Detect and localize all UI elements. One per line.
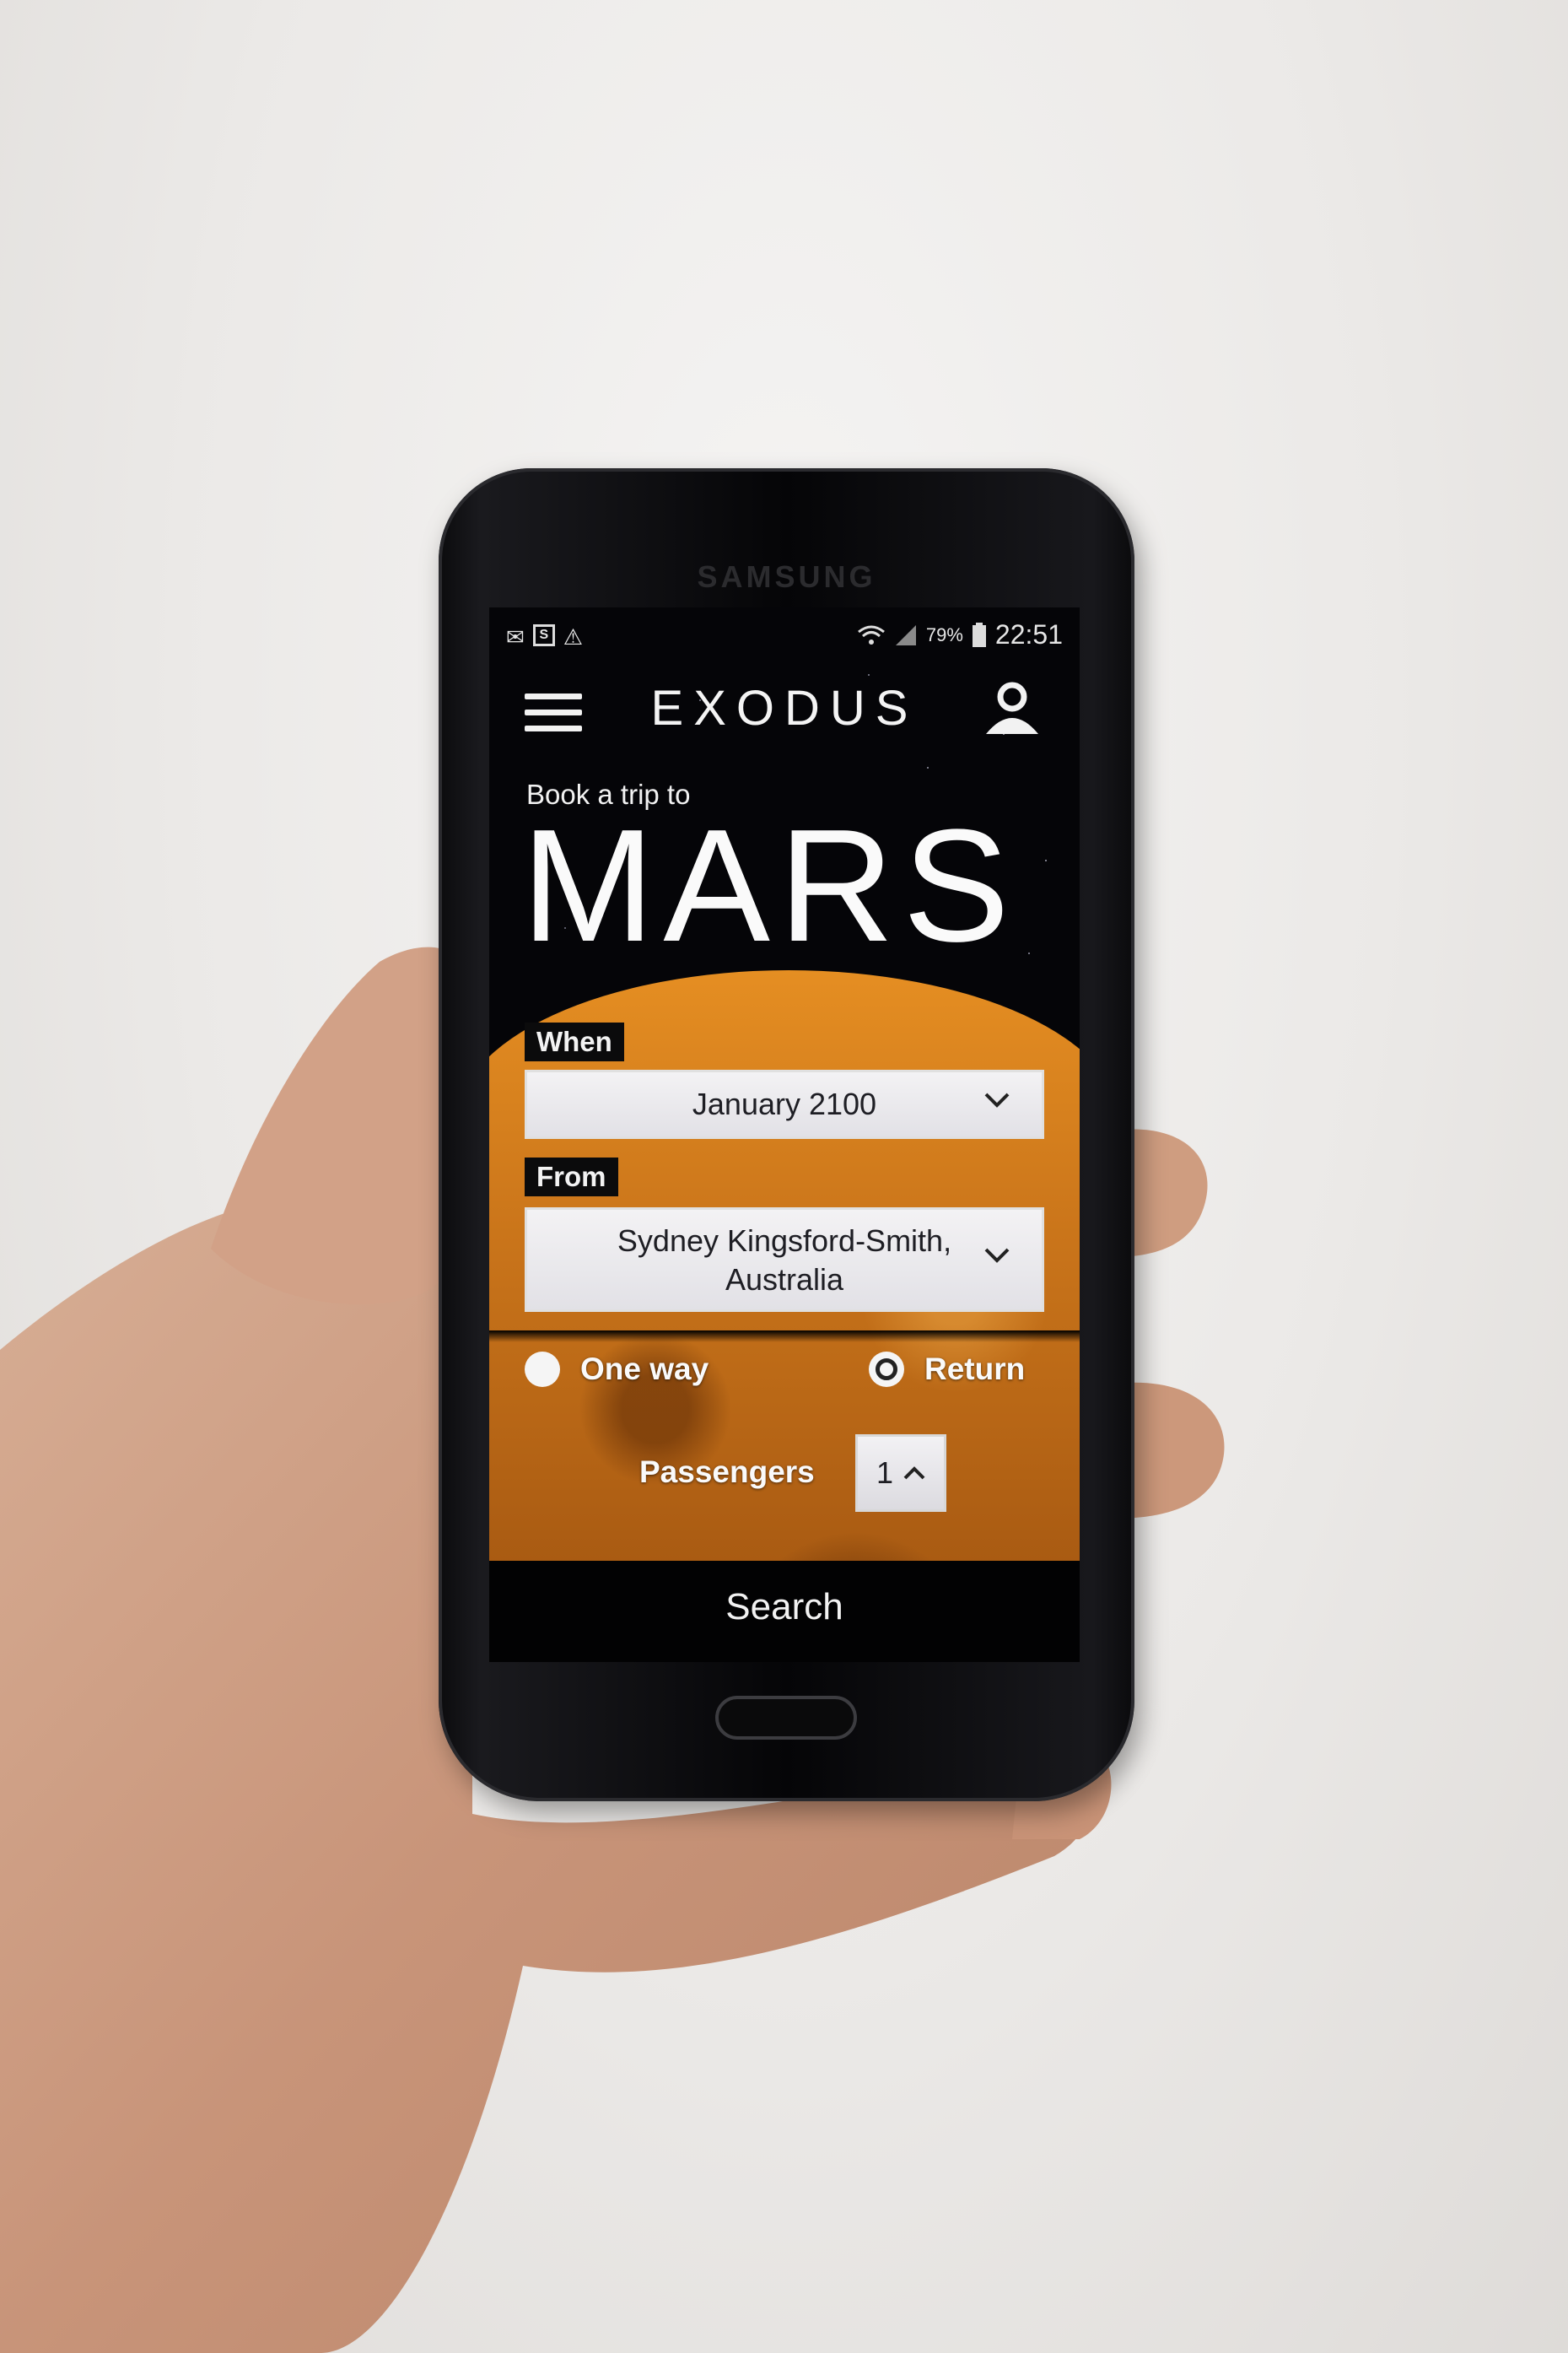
return-label: Return xyxy=(924,1352,1026,1386)
user-icon[interactable] xyxy=(983,678,1042,737)
from-value-line2: Australia xyxy=(725,1262,844,1297)
chevron-down-icon xyxy=(984,1248,1010,1263)
chevron-up-icon xyxy=(903,1466,925,1480)
when-label: When xyxy=(525,1023,624,1061)
radio-unselected-icon xyxy=(525,1352,560,1387)
from-value-line1: Sydney Kingsford-Smith, xyxy=(617,1223,952,1258)
passengers-stepper[interactable]: 1 xyxy=(855,1434,946,1512)
s-icon: S xyxy=(532,624,555,646)
app-screen: ✉ S ⚠ 79% 22:51 EXODUS Book a trip to MA… xyxy=(489,607,1080,1662)
signal-icon xyxy=(895,624,916,645)
destination-title: MARS xyxy=(521,796,1018,975)
home-button[interactable] xyxy=(715,1696,857,1740)
battery-icon xyxy=(972,622,986,647)
when-value: January 2100 xyxy=(692,1087,877,1121)
passengers-value: 1 xyxy=(876,1455,894,1490)
warning-icon: ⚠ xyxy=(563,624,584,650)
radio-selected-icon xyxy=(869,1352,904,1387)
passengers-label: Passengers xyxy=(639,1454,815,1489)
one-way-label: One way xyxy=(580,1352,709,1386)
planet-shadow xyxy=(489,1330,1080,1342)
from-select[interactable]: Sydney Kingsford-Smith, Australia xyxy=(525,1207,1044,1312)
chevron-down-icon xyxy=(984,1093,1010,1108)
wifi-icon xyxy=(857,625,885,645)
search-button[interactable]: Search xyxy=(489,1586,1080,1628)
from-label: From xyxy=(525,1158,618,1196)
status-bar: ✉ S ⚠ 79% 22:51 xyxy=(506,618,1063,658)
clock: 22:51 xyxy=(994,619,1063,650)
battery-percent: 79% xyxy=(925,623,963,645)
device-brand: SAMSUNG xyxy=(697,559,876,594)
radio-one-way[interactable]: One way xyxy=(525,1352,709,1387)
when-select[interactable]: January 2100 xyxy=(525,1070,1044,1139)
radio-return[interactable]: Return xyxy=(869,1352,1025,1387)
mail-icon: ✉ xyxy=(506,624,525,650)
